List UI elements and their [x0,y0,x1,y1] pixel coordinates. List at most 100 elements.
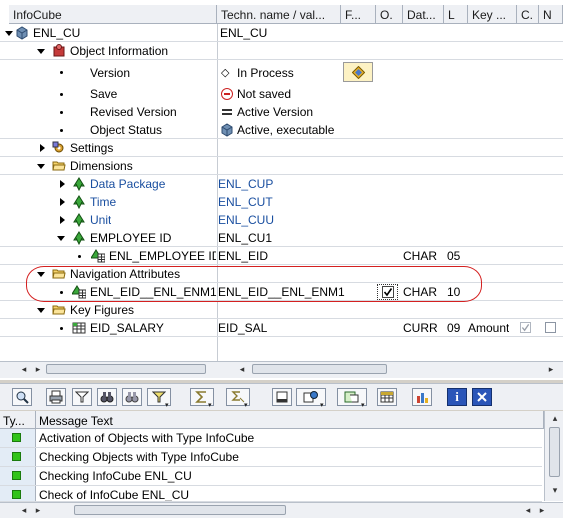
tree-row-settings[interactable]: Settings [0,139,563,157]
collapse-icon[interactable] [5,31,13,36]
tree-row-revised-version[interactable]: Revised Version Active Version [0,103,563,121]
info-icon: i [455,389,459,404]
message-row[interactable]: Activation of Objects with Type InfoCube [0,429,542,448]
data-type: CHAR [403,249,438,263]
spreadsheet-button[interactable]: ▾ [337,388,367,409]
scroll-right-icon[interactable]: ▸ [536,505,548,516]
message-row[interactable]: Check of InfoCube ENL_CU [0,486,542,502]
print-preview-button[interactable] [272,388,292,406]
expand-icon[interactable] [40,144,45,152]
column-header-c[interactable]: C. [517,5,539,24]
filter-dropdown-icon [151,391,167,403]
expand-icon[interactable] [60,216,65,224]
scroll-right-icon[interactable]: ▸ [32,505,44,516]
scroll-left-icon[interactable]: ◂ [236,364,248,375]
sort-button[interactable] [72,388,92,406]
scroll-thumb[interactable] [252,364,387,374]
tree-row-employee-id[interactable]: EMPLOYEE ID ENL_CU1 [0,229,563,247]
success-status-icon [12,490,21,499]
collapse-icon[interactable] [37,308,45,313]
characteristic-icon [73,195,85,209]
node-label: Settings [70,141,114,155]
tree-row-unit[interactable]: Unit ENL_CUU [0,211,563,229]
scroll-right-icon[interactable]: ▸ [545,364,557,375]
cumulative-checkbox[interactable] [520,322,531,333]
graphic-button[interactable] [412,388,432,406]
find-button[interactable] [97,388,117,406]
n-checkbox[interactable] [545,322,556,333]
scroll-left-icon[interactable]: ◂ [18,364,30,375]
panel-splitter[interactable] [270,378,294,387]
message-row[interactable]: Checking InfoCube ENL_CU [0,467,542,486]
subtotal-button[interactable]: ▾ [226,388,250,409]
close-button[interactable] [472,388,492,406]
message-horizontal-scrollbar[interactable]: ◂ ▸ ◂ ▸ [0,502,563,518]
tree-row-navigation-attributes[interactable]: Navigation Attributes [0,265,563,283]
info-button[interactable]: i [447,388,467,406]
version-comparison-button[interactable] [343,62,373,82]
binoculars-icon [100,392,114,403]
collapse-icon[interactable] [37,49,45,54]
tree-row-enl-cu[interactable]: ENL_CU ENL_CU [0,24,563,42]
layout-button[interactable] [377,388,397,406]
tree-row-save[interactable]: Save Not saved [0,85,563,103]
key-figure-type: Amount [468,321,510,335]
collapse-icon[interactable] [37,272,45,277]
scroll-right-icon[interactable]: ▸ [32,364,44,375]
tree-row-time[interactable]: Time ENL_CUT [0,193,563,211]
scroll-up-icon[interactable]: ▴ [549,413,561,424]
tree-row-dimensions[interactable]: Dimensions [0,157,563,175]
column-header-n[interactable]: N [539,5,563,24]
active-cube-icon [221,123,233,137]
techn-name: ENL_CUU [218,213,275,227]
column-header-techn-name[interactable]: Techn. name / val... [217,5,341,24]
column-header-infocube[interactable]: InfoCube [9,5,217,24]
tree-row-eid-salary[interactable]: EID_SALARY EID_SAL CURR 09 Amount [0,319,563,337]
techn-name: EID_SAL [218,321,268,335]
column-header-key[interactable]: Key ... [468,5,517,24]
details-button[interactable] [12,388,32,406]
column-header-datatype[interactable]: Dat... [403,5,444,24]
print-button[interactable] [46,388,66,406]
scroll-down-icon[interactable]: ▾ [549,485,561,496]
node-label: ENL_EMPLOYEE ID [109,249,216,263]
collapse-icon[interactable] [57,236,65,241]
expand-icon[interactable] [60,198,65,206]
checkmark-icon [383,288,393,297]
tree-row-version[interactable]: Version ◇ In Process [0,62,563,83]
expand-icon[interactable] [60,180,65,188]
message-row[interactable]: Checking Objects with Type InfoCube [0,448,542,467]
graphic-icon [417,393,428,403]
column-header-message-text[interactable]: Message Text [36,411,544,429]
nav-attribute-checkbox-focus[interactable] [377,284,398,300]
length: 05 [447,249,461,263]
column-header-f[interactable]: F... [341,5,376,24]
column-header-length[interactable]: L [444,5,468,24]
tree-row-object-information[interactable]: Object Information [0,42,563,60]
export-button[interactable]: ▾ [296,388,326,409]
scroll-thumb[interactable] [549,427,560,477]
scroll-left-icon[interactable]: ◂ [522,505,534,516]
filter-button[interactable]: ▾ [147,388,171,409]
column-header-o[interactable]: O. [376,5,403,24]
message-toolbar: ▾ ▾ ▾ ▾ ▾ i [0,383,563,410]
tree-row-object-status[interactable]: Object Status Active, executable [0,121,563,139]
collapse-icon[interactable] [37,164,45,169]
column-header-type[interactable]: Ty... [0,411,36,429]
characteristic-table-icon [72,285,86,299]
export-icon [303,391,318,403]
message-vertical-scrollbar[interactable]: ▴ ▾ [544,411,563,501]
scroll-left-icon[interactable]: ◂ [18,505,30,516]
tree-row-data-package[interactable]: Data Package ENL_CUP [0,175,563,193]
scroll-thumb[interactable] [46,364,206,374]
tree-row-enl-employee-id[interactable]: ENL_EMPLOYEE ID ENL_EID CHAR 05 [0,247,563,265]
find-next-button[interactable] [122,388,142,406]
tree-row-enl-eid-enl-enm1[interactable]: ENL_EID__ENL_ENM1 ENL_EID__ENL_ENM1 CHAR… [0,283,563,301]
nav-attribute-checkbox[interactable] [382,286,394,298]
infocube-tree-grid: InfoCube Techn. name / val... F... O. Da… [0,0,563,380]
tree-horizontal-scrollbar[interactable]: ◂ ▸ ◂ ▸ [0,361,563,378]
message-text: Checking InfoCube ENL_CU [39,469,192,483]
total-button[interactable]: ▾ [190,388,214,409]
scroll-thumb[interactable] [74,505,286,515]
tree-row-key-figures[interactable]: Key Figures [0,301,563,319]
